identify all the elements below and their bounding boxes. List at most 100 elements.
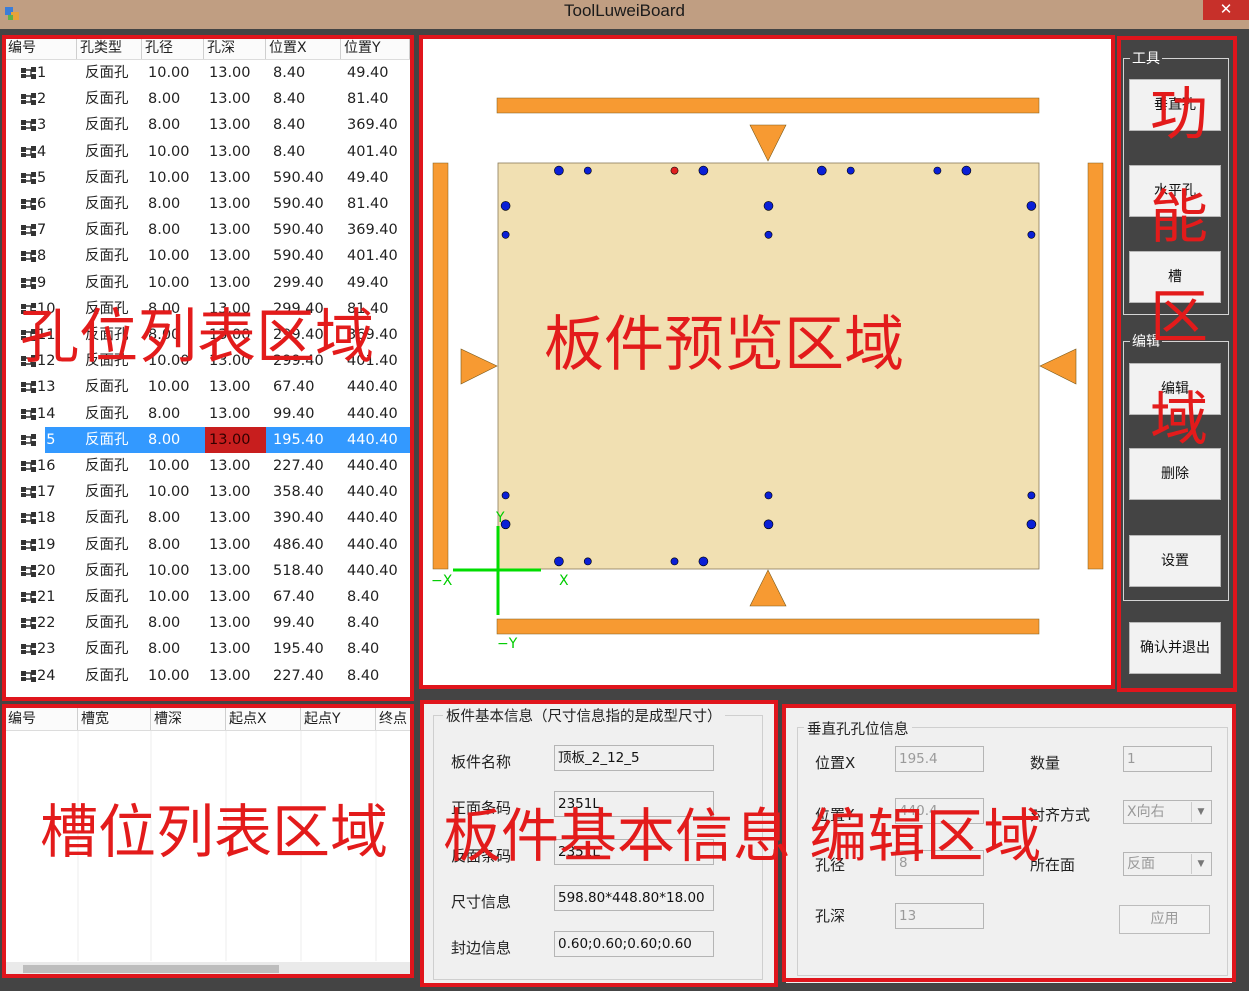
table-row[interactable]: 20 反面孔 10.00 13.00 518.40 440.40 xyxy=(5,558,410,584)
cell-hole-type: 反面孔 xyxy=(85,667,129,684)
cell-diameter: 10.00 xyxy=(148,143,190,160)
title-bar: ToolLuweiBoard ✕ xyxy=(0,0,1249,29)
board-info-legend: 板件基本信息（尺寸信息指的是成型尺寸） xyxy=(443,705,725,726)
delete-button[interactable]: 删除 xyxy=(1129,448,1221,500)
hole-marker[interactable] xyxy=(961,165,972,176)
hole-marker[interactable] xyxy=(554,165,564,176)
horizontal-scrollbar[interactable] xyxy=(5,962,410,976)
table-row[interactable]: 24 反面孔 10.00 13.00 227.40 8.40 xyxy=(5,663,410,689)
depth-field[interactable]: 13 xyxy=(895,903,984,929)
header-slot-width[interactable]: 槽宽 xyxy=(78,708,151,730)
pos-x-field[interactable]: 195.4 xyxy=(895,746,984,772)
apply-button[interactable]: 应用 xyxy=(1119,905,1210,934)
vertical-hole-info-panel: 垂直孔孔位信息 位置X 195.4 位置Y 440.4 孔径 8 孔深 13 数… xyxy=(786,708,1232,983)
scrollbar-thumb[interactable] xyxy=(23,965,279,973)
header-pos-x[interactable]: 位置X xyxy=(266,37,341,59)
hole-marker[interactable] xyxy=(670,557,679,566)
hole-marker[interactable] xyxy=(583,557,592,566)
board-preview-canvas[interactable]: −X X Y −Y xyxy=(423,38,1111,685)
hole-marker[interactable] xyxy=(670,166,679,175)
hole-marker[interactable] xyxy=(1027,491,1036,500)
table-row[interactable]: 22 反面孔 8.00 13.00 99.40 8.40 xyxy=(5,610,410,636)
table-row[interactable]: 4 反面孔 10.00 13.00 8.40 401.40 xyxy=(5,139,410,165)
table-row[interactable]: 19 反面孔 8.00 13.00 486.40 440.40 xyxy=(5,532,410,558)
cell-diameter: 10.00 xyxy=(148,458,190,474)
table-row[interactable]: 9 反面孔 10.00 13.00 299.40 49.40 xyxy=(5,270,410,296)
hole-marker[interactable] xyxy=(764,230,773,239)
left-marker-arrow xyxy=(460,348,498,385)
table-row[interactable]: 18 反面孔 8.00 13.00 390.40 440.40 xyxy=(5,505,410,531)
table-row[interactable]: 1 反面孔 10.00 13.00 8.40 49.40 xyxy=(5,60,410,86)
hole-marker[interactable] xyxy=(501,230,510,239)
hole-marker[interactable] xyxy=(583,166,592,175)
hole-marker[interactable] xyxy=(763,519,774,530)
header-depth[interactable]: 孔深 xyxy=(204,37,266,59)
hole-marker[interactable] xyxy=(500,201,511,211)
table-row[interactable]: 15 反面孔 8.00 13.00 195.40 440.40 xyxy=(5,426,410,453)
pos-y-field[interactable]: 440.4 xyxy=(895,798,984,824)
confirm-exit-button[interactable]: 确认并退出 xyxy=(1129,622,1221,674)
chevron-down-icon[interactable]: ▼ xyxy=(1191,802,1210,822)
hole-marker[interactable] xyxy=(554,556,564,567)
board-name-field[interactable]: 顶板_2_12_5 xyxy=(554,745,714,771)
hole-marker[interactable] xyxy=(764,491,773,500)
table-row[interactable]: 16 反面孔 10.00 13.00 227.40 440.40 xyxy=(5,453,410,479)
table-row[interactable]: 23 反面孔 8.00 13.00 195.40 8.40 xyxy=(5,636,410,662)
table-row[interactable]: 3 反面孔 8.00 13.00 8.40 369.40 xyxy=(5,112,410,138)
vertical-hole-button[interactable]: 垂直孔 xyxy=(1129,79,1221,131)
table-row[interactable]: 10 反面孔 8.00 13.00 299.40 81.40 xyxy=(5,296,410,322)
header-pos-y[interactable]: 位置Y xyxy=(341,37,410,59)
hole-marker[interactable] xyxy=(698,556,709,567)
cell-pos-y: 401.40 xyxy=(347,143,398,160)
table-row[interactable]: 21 反面孔 10.00 13.00 67.40 8.40 xyxy=(5,584,410,610)
hole-marker[interactable] xyxy=(501,491,510,500)
diameter-field[interactable]: 8 xyxy=(895,850,984,876)
hole-marker[interactable] xyxy=(1026,519,1037,530)
hole-marker[interactable] xyxy=(763,201,774,211)
edge-info-field[interactable]: 0.60;0.60;0.60;0.60 xyxy=(554,931,714,957)
hole-marker[interactable] xyxy=(698,165,709,176)
y-neg-axis-label: −Y xyxy=(497,636,518,652)
hole-marker[interactable] xyxy=(846,166,855,175)
face-select[interactable]: 反面 ▼ xyxy=(1123,852,1212,876)
table-row[interactable]: 6 反面孔 8.00 13.00 590.40 81.40 xyxy=(5,191,410,217)
table-row[interactable]: 11 反面孔 8.00 13.00 299.40 369.40 xyxy=(5,322,410,348)
cell-id: 14 xyxy=(37,405,56,422)
close-button[interactable]: ✕ xyxy=(1203,0,1249,20)
header-end[interactable]: 终点 xyxy=(376,708,410,730)
header-slot-id[interactable]: 编号 xyxy=(5,708,78,730)
size-info-field[interactable]: 598.80*448.80*18.00 xyxy=(554,885,714,911)
chevron-down-icon[interactable]: ▼ xyxy=(1191,854,1210,874)
header-slot-depth[interactable]: 槽深 xyxy=(151,708,226,730)
hole-marker[interactable] xyxy=(1026,201,1037,211)
header-diameter[interactable]: 孔径 xyxy=(142,37,204,59)
hole-marker[interactable] xyxy=(816,165,827,176)
table-row[interactable]: 12 反面孔 10.00 13.00 299.40 401.40 xyxy=(5,348,410,374)
cell-pos-y: 440.40 xyxy=(347,431,398,448)
header-id[interactable]: 编号 xyxy=(5,37,77,59)
edit-button[interactable]: 编辑 xyxy=(1129,363,1221,415)
hole-marker[interactable] xyxy=(933,166,942,175)
header-start-x[interactable]: 起点X xyxy=(226,708,301,730)
table-row[interactable]: 8 反面孔 10.00 13.00 590.40 401.40 xyxy=(5,243,410,269)
cell-depth: 13.00 xyxy=(209,615,251,632)
settings-button[interactable]: 设置 xyxy=(1129,535,1221,587)
table-row[interactable]: 14 反面孔 8.00 13.00 99.40 440.40 xyxy=(5,401,410,427)
back-barcode-field[interactable]: 2351L xyxy=(554,839,714,865)
table-row[interactable]: 2 反面孔 8.00 13.00 8.40 81.40 xyxy=(5,86,410,112)
header-start-y[interactable]: 起点Y xyxy=(301,708,376,730)
cell-hole-type: 反面孔 xyxy=(85,510,129,527)
cell-diameter: 10.00 xyxy=(148,274,190,291)
header-hole-type[interactable]: 孔类型 xyxy=(77,37,142,59)
table-row[interactable]: 13 反面孔 10.00 13.00 67.40 440.40 xyxy=(5,374,410,400)
horizontal-hole-button[interactable]: 水平孔 xyxy=(1129,165,1221,217)
count-field[interactable]: 1 xyxy=(1123,746,1212,772)
table-row[interactable]: 17 反面孔 10.00 13.00 358.40 440.40 xyxy=(5,479,410,505)
slot-button[interactable]: 槽 xyxy=(1129,251,1221,303)
face-label: 所在面 xyxy=(1030,856,1076,874)
table-row[interactable]: 5 反面孔 10.00 13.00 590.40 49.40 xyxy=(5,165,410,191)
hole-marker[interactable] xyxy=(1027,230,1036,239)
table-row[interactable]: 7 反面孔 8.00 13.00 590.40 369.40 xyxy=(5,217,410,243)
front-barcode-field[interactable]: 2351L xyxy=(554,791,714,817)
align-select[interactable]: X向右 ▼ xyxy=(1123,800,1212,824)
